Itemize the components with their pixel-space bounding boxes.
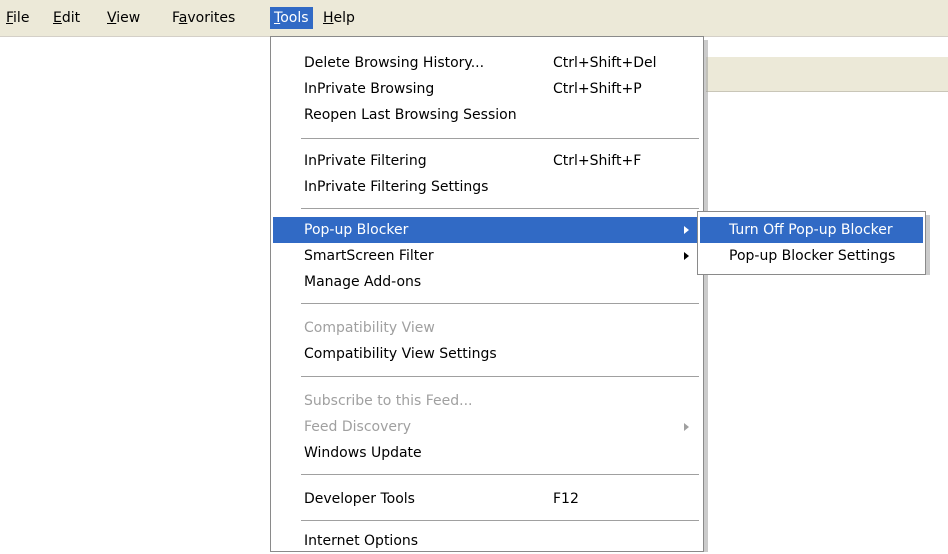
menu-item-internet-options[interactable]: Internet Options	[273, 528, 701, 554]
menu-separator	[301, 520, 699, 522]
menu-item-inprivate-browsing[interactable]: InPrivate Browsing Ctrl+Shift+P	[273, 76, 701, 102]
menu-favorites-label-pre: F	[172, 10, 179, 26]
menu-item-feed-discovery: Feed Discovery	[273, 414, 701, 440]
menu-view-label: iew	[116, 10, 141, 26]
menu-item-delete-browsing-history[interactable]: Delete Browsing History... Ctrl+Shift+De…	[273, 50, 701, 76]
submenu-item-turn-off-popup-blocker[interactable]: Turn Off Pop-up Blocker	[700, 217, 923, 243]
menu-item-shortcut: Ctrl+Shift+F	[553, 153, 642, 169]
menu-item-label: Delete Browsing History...	[304, 55, 485, 71]
menu-file-label: ile	[13, 10, 30, 26]
menu-item-label: Compatibility View	[304, 320, 435, 336]
menu-tools-label: ools	[280, 10, 309, 26]
menu-item-label: Windows Update	[304, 445, 422, 461]
menu-item-subscribe-to-feed: Subscribe to this Feed...	[273, 388, 701, 414]
menu-item-developer-tools[interactable]: Developer Tools F12	[273, 486, 701, 512]
menu-separator	[301, 208, 699, 210]
menu-item-label: Feed Discovery	[304, 419, 412, 435]
menu-favorites[interactable]: Favorites	[172, 7, 235, 29]
menu-help-accesskey: H	[323, 10, 334, 26]
menu-item-label: Reopen Last Browsing Session	[304, 107, 517, 123]
menu-file[interactable]: File	[6, 7, 29, 29]
menu-item-label: Developer Tools	[304, 491, 415, 507]
menu-item-manage-add-ons[interactable]: Manage Add-ons	[273, 269, 701, 295]
menu-item-compatibility-view: Compatibility View	[273, 315, 701, 341]
menu-help-label: elp	[333, 10, 355, 26]
menu-item-label: Subscribe to this Feed...	[304, 393, 473, 409]
menu-help[interactable]: Help	[323, 7, 355, 29]
submenu-item-popup-blocker-settings[interactable]: Pop-up Blocker Settings	[700, 243, 923, 269]
submenu-item-label: Turn Off Pop-up Blocker	[729, 222, 893, 238]
submenu-arrow-icon	[684, 226, 689, 234]
popup-submenu-shadow	[926, 215, 930, 275]
menu-item-shortcut: Ctrl+Shift+Del	[553, 55, 657, 71]
menu-item-shortcut: F12	[553, 491, 579, 507]
menu-item-label: Manage Add-ons	[304, 274, 422, 290]
popup-blocker-submenu: Turn Off Pop-up Blocker Pop-up Blocker S…	[697, 211, 926, 275]
menu-item-label: Compatibility View Settings	[304, 346, 497, 362]
tools-menu-shadow	[704, 40, 708, 552]
menu-item-popup-blocker[interactable]: Pop-up Blocker	[273, 217, 701, 243]
menu-favorites-label: vorites	[187, 10, 236, 26]
menu-separator	[301, 376, 699, 378]
menu-separator	[301, 138, 699, 140]
menu-view-accesskey: V	[107, 10, 117, 26]
menu-item-label: Pop-up Blocker	[304, 222, 409, 238]
submenu-item-label: Pop-up Blocker Settings	[729, 248, 896, 264]
menu-item-label: InPrivate Browsing	[304, 81, 435, 97]
browser-toolbar-strip	[706, 57, 948, 92]
menu-item-label: Internet Options	[304, 533, 419, 549]
menu-edit-label: dit	[61, 10, 81, 26]
menu-item-inprivate-filtering-settings[interactable]: InPrivate Filtering Settings	[273, 174, 701, 200]
submenu-arrow-icon	[684, 252, 689, 260]
menu-item-label: InPrivate Filtering Settings	[304, 179, 489, 195]
menu-file-accesskey: F	[6, 10, 14, 26]
menu-item-label: InPrivate Filtering	[304, 153, 427, 169]
menu-edit-accesskey: E	[53, 10, 62, 26]
submenu-arrow-icon	[684, 423, 689, 431]
menu-separator	[301, 474, 699, 476]
menu-view[interactable]: View	[107, 7, 140, 29]
menu-item-compatibility-view-settings[interactable]: Compatibility View Settings	[273, 341, 701, 367]
menu-item-shortcut: Ctrl+Shift+P	[553, 81, 642, 97]
menu-separator	[301, 303, 699, 305]
tools-menu: Delete Browsing History... Ctrl+Shift+De…	[270, 36, 704, 552]
menu-item-windows-update[interactable]: Windows Update	[273, 440, 701, 466]
menu-tools[interactable]: Tools	[270, 7, 313, 29]
menu-item-smartscreen-filter[interactable]: SmartScreen Filter	[273, 243, 701, 269]
menu-item-inprivate-filtering[interactable]: InPrivate Filtering Ctrl+Shift+F	[273, 148, 701, 174]
menu-edit[interactable]: Edit	[53, 7, 80, 29]
menu-item-reopen-last-browsing-session[interactable]: Reopen Last Browsing Session	[273, 102, 701, 128]
menu-bar: File Edit View Favorites Tools Help	[0, 0, 948, 37]
menu-item-label: SmartScreen Filter	[304, 248, 434, 264]
